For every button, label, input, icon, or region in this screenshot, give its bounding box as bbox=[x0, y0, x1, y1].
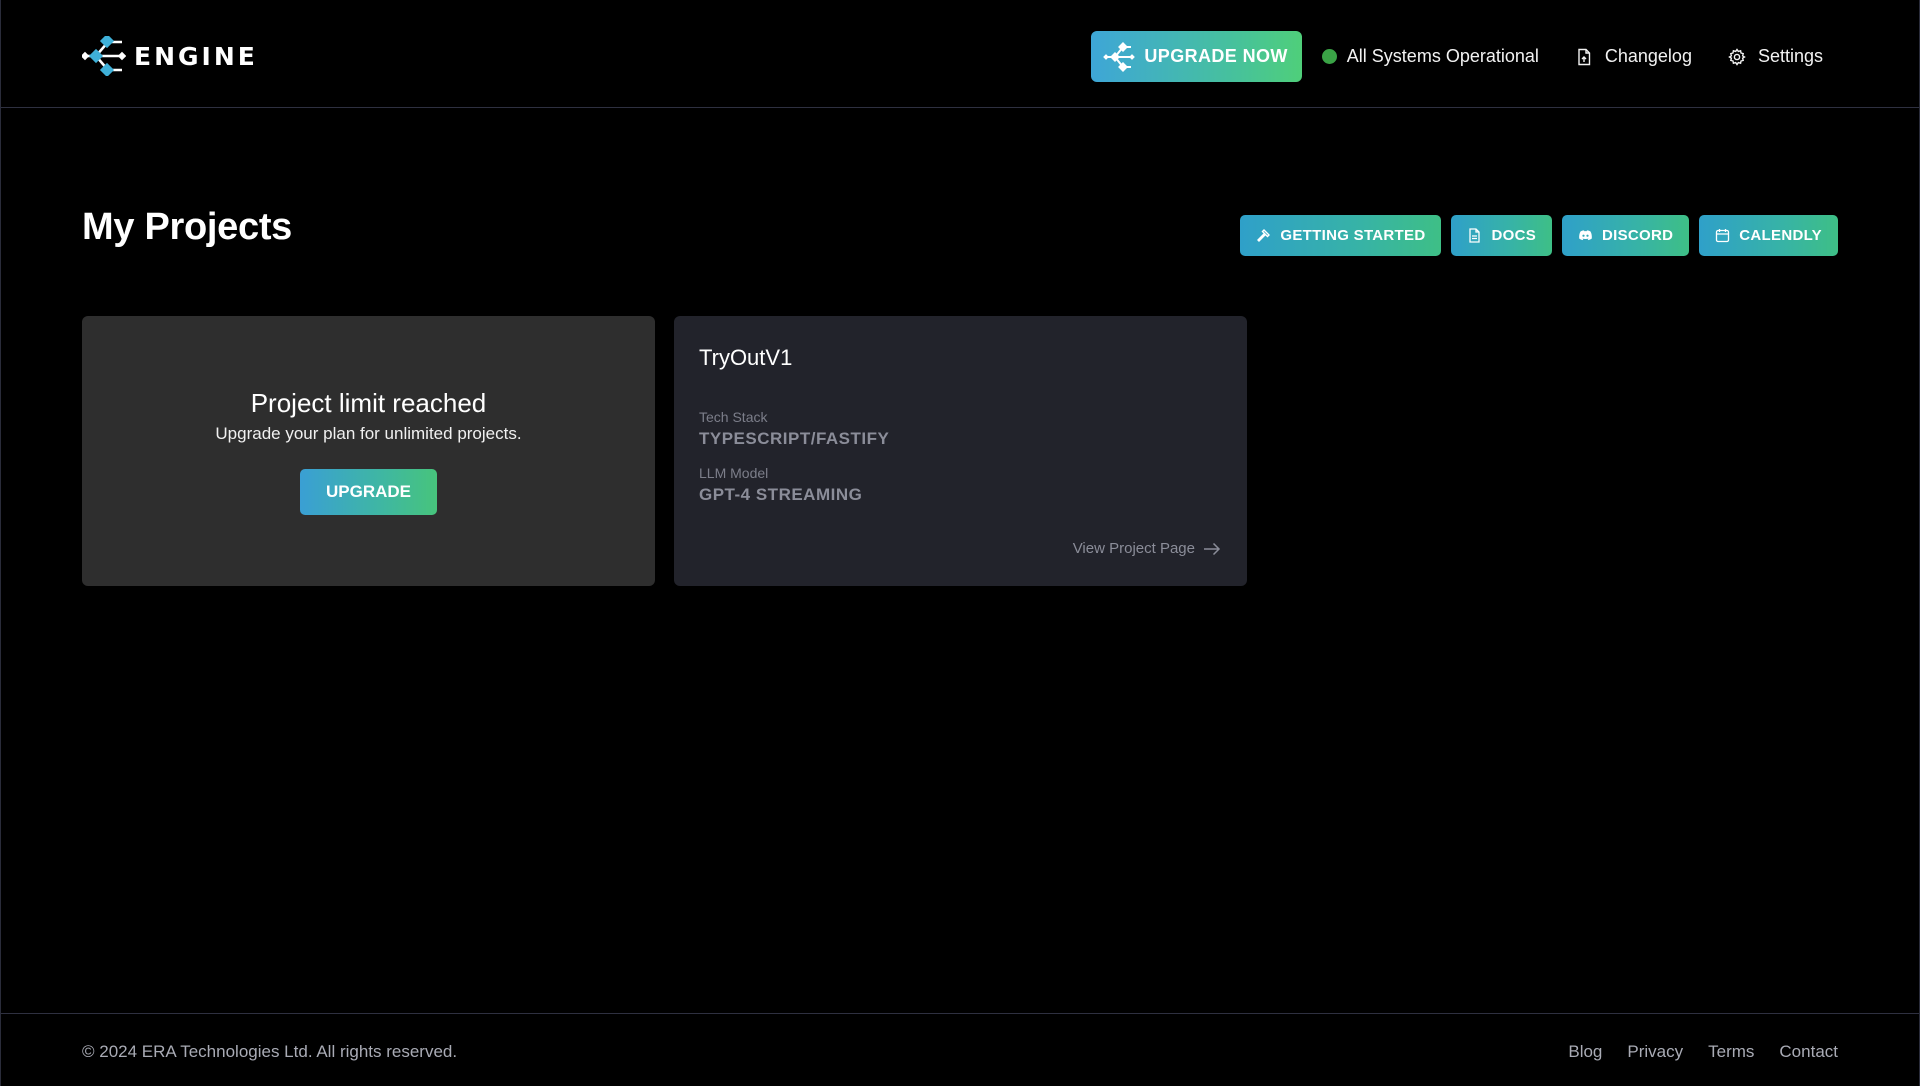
top-header: ENGINE UPGRADE NOW All Systems Operation… bbox=[1, 0, 1919, 108]
system-status[interactable]: All Systems Operational bbox=[1321, 46, 1539, 67]
logo-text: ENGINE bbox=[134, 41, 258, 71]
footer: © 2024 ERA Technologies Ltd. All rights … bbox=[1, 1013, 1919, 1086]
changelog-label: Changelog bbox=[1604, 46, 1692, 66]
changelog-link[interactable]: Changelog bbox=[1575, 46, 1692, 67]
footer-link-terms[interactable]: Terms bbox=[1708, 1042, 1754, 1062]
calendly-button[interactable]: CALENDLY bbox=[1699, 215, 1838, 256]
app-frame: ENGINE UPGRADE NOW All Systems Operation… bbox=[0, 0, 1920, 1086]
footer-links: Blog Privacy Terms Contact bbox=[1568, 1042, 1838, 1062]
hammer-icon bbox=[1257, 229, 1271, 242]
tech-stack-value: TYPESCRIPT/FASTIFY bbox=[699, 429, 890, 448]
document-icon bbox=[1469, 228, 1481, 243]
engine-logo-icon bbox=[82, 36, 126, 76]
header-nav: UPGRADE NOW All Systems Operational Chan… bbox=[1091, 31, 1823, 82]
document-icon bbox=[1578, 48, 1591, 65]
view-project-label: View Project Page bbox=[1072, 540, 1195, 557]
limit-subtitle: Upgrade your plan for unlimited projects… bbox=[215, 424, 522, 443]
llm-model-label: LLM Model bbox=[699, 465, 769, 481]
upgrade-now-button[interactable]: UPGRADE NOW bbox=[1091, 31, 1302, 82]
calendar-icon bbox=[1716, 229, 1730, 243]
logo[interactable]: ENGINE bbox=[82, 36, 258, 76]
footer-link-privacy[interactable]: Privacy bbox=[1627, 1042, 1683, 1062]
docs-button[interactable]: DOCS bbox=[1451, 215, 1553, 256]
tech-stack-label: Tech Stack bbox=[699, 409, 768, 425]
arrow-right-icon bbox=[1204, 542, 1221, 555]
view-project-link[interactable]: View Project Page bbox=[1073, 540, 1221, 557]
project-card[interactable]: TryOutV1 Tech Stack TYPESCRIPT/FASTIFY L… bbox=[674, 316, 1247, 586]
getting-started-button[interactable]: GETTING STARTED bbox=[1240, 215, 1442, 256]
project-name: TryOutV1 bbox=[699, 345, 793, 370]
docs-label: DOCS bbox=[1491, 227, 1537, 244]
llm-model-value: GPT-4 STREAMING bbox=[699, 485, 863, 504]
discord-button[interactable]: DISCORD bbox=[1562, 215, 1690, 256]
discord-icon bbox=[1579, 230, 1592, 241]
page-title: My Projects bbox=[82, 206, 293, 248]
settings-link[interactable]: Settings bbox=[1728, 46, 1823, 67]
upgrade-now-label: UPGRADE NOW bbox=[1144, 46, 1288, 66]
calendly-label: CALENDLY bbox=[1739, 227, 1822, 244]
project-limit-card: Project limit reached Upgrade your plan … bbox=[82, 316, 655, 586]
copyright-text: © 2024 ERA Technologies Ltd. All rights … bbox=[82, 1042, 458, 1061]
nodes-icon bbox=[1103, 41, 1136, 72]
footer-link-contact[interactable]: Contact bbox=[1779, 1042, 1838, 1062]
status-text: All Systems Operational bbox=[1346, 46, 1539, 66]
footer-link-blog[interactable]: Blog bbox=[1568, 1042, 1602, 1062]
gear-icon bbox=[1728, 47, 1746, 66]
status-dot-icon bbox=[1321, 49, 1337, 64]
quick-links: GETTING STARTED DOCS DISCORD CALENDLY bbox=[1240, 215, 1838, 256]
settings-label: Settings bbox=[1757, 46, 1823, 66]
limit-title: Project limit reached bbox=[250, 388, 487, 418]
upgrade-button[interactable]: UPGRADE bbox=[300, 469, 437, 515]
getting-started-label: GETTING STARTED bbox=[1280, 227, 1426, 244]
discord-label: DISCORD bbox=[1602, 227, 1674, 244]
